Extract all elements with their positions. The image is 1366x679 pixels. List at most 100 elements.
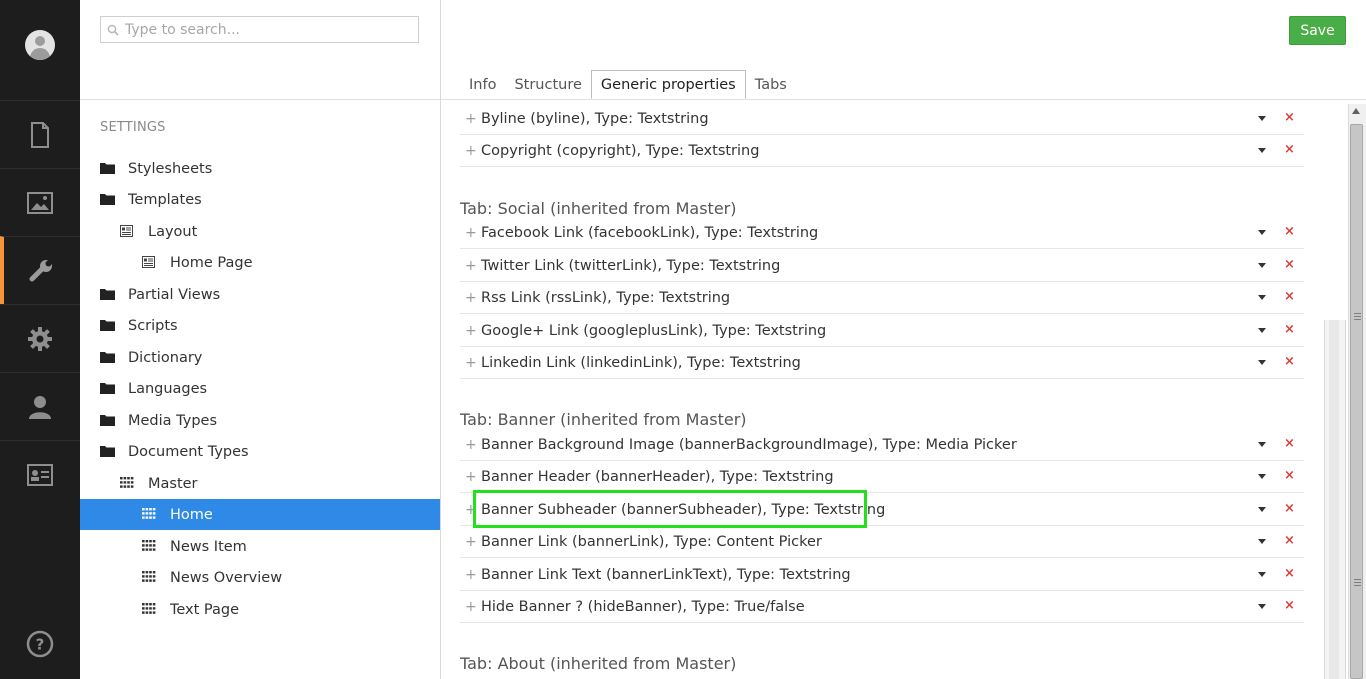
search-input[interactable] bbox=[119, 17, 417, 42]
caret-down-icon[interactable] bbox=[1258, 572, 1266, 577]
drag-handle-icon[interactable]: + bbox=[465, 469, 477, 485]
property-row[interactable]: + Copyright (copyright), Type: Textstring… bbox=[460, 135, 1304, 167]
tree-item-dictionary[interactable]: Dictionary bbox=[80, 342, 440, 373]
drag-handle-icon[interactable]: + bbox=[465, 599, 477, 615]
property-label: Banner Header (bannerHeader), Type: Text… bbox=[481, 468, 834, 485]
delete-property-icon[interactable]: × bbox=[1284, 468, 1295, 483]
drag-handle-icon[interactable]: + bbox=[465, 143, 477, 159]
caret-down-icon[interactable] bbox=[1258, 539, 1266, 544]
property-label: Twitter Link (twitterLink), Type: Textst… bbox=[481, 257, 781, 274]
delete-property-icon[interactable]: × bbox=[1284, 354, 1295, 369]
caret-down-icon[interactable] bbox=[1258, 116, 1266, 121]
property-label: Banner Background Image (bannerBackgroun… bbox=[481, 436, 1017, 453]
tree-divider bbox=[80, 99, 440, 100]
tree-item-label: Scripts bbox=[128, 317, 178, 334]
property-row[interactable]: + Byline (byline), Type: Textstring × bbox=[460, 103, 1304, 135]
tree-item-label: Dictionary bbox=[128, 349, 203, 366]
drag-handle-icon[interactable]: + bbox=[465, 111, 477, 127]
property-row[interactable]: + Facebook Link (facebookLink), Type: Tex… bbox=[460, 217, 1304, 249]
delete-property-icon[interactable]: × bbox=[1284, 322, 1295, 337]
scrollbar[interactable] bbox=[1324, 100, 1366, 679]
delete-property-icon[interactable]: × bbox=[1284, 501, 1295, 516]
media-section[interactable] bbox=[0, 168, 80, 236]
tree-item-templates[interactable]: Templates bbox=[80, 184, 440, 215]
property-row[interactable]: + Linkedin Link (linkedinLink), Type: Tex… bbox=[460, 347, 1304, 379]
delete-property-icon[interactable]: × bbox=[1284, 533, 1295, 548]
user-avatar[interactable] bbox=[25, 30, 55, 60]
developer-section[interactable] bbox=[0, 304, 80, 372]
tab-structure[interactable]: Structure bbox=[505, 70, 590, 99]
tree-item-label: News Overview bbox=[170, 569, 283, 586]
tree-item-layout[interactable]: Layout bbox=[80, 216, 440, 247]
inner-scrollbar[interactable] bbox=[1324, 320, 1346, 679]
delete-property-icon[interactable]: × bbox=[1284, 289, 1295, 304]
scroll-up-arrow[interactable] bbox=[1352, 108, 1360, 114]
help-button[interactable]: ? bbox=[26, 630, 54, 662]
delete-property-icon[interactable]: × bbox=[1284, 436, 1295, 451]
drag-handle-icon[interactable]: + bbox=[465, 502, 477, 518]
tree-item-news-overview[interactable]: News Overview bbox=[80, 562, 440, 593]
drag-handle-icon[interactable]: + bbox=[465, 567, 477, 583]
property-row[interactable]: + Banner Subheader (bannerSubheader), Typ… bbox=[460, 494, 1304, 526]
doctype-grid-icon bbox=[120, 476, 136, 491]
help-icon: ? bbox=[26, 630, 54, 658]
caret-down-icon[interactable] bbox=[1258, 360, 1266, 365]
caret-down-icon[interactable] bbox=[1258, 507, 1266, 512]
caret-down-icon[interactable] bbox=[1258, 442, 1266, 447]
property-row[interactable]: + Hide Banner ? (hideBanner), Type: True/… bbox=[460, 591, 1304, 623]
property-label: Hide Banner ? (hideBanner), Type: True/f… bbox=[481, 598, 805, 615]
members-section[interactable] bbox=[0, 440, 80, 508]
delete-property-icon[interactable]: × bbox=[1284, 110, 1295, 125]
drag-handle-icon[interactable]: + bbox=[465, 355, 477, 371]
tree-item-document-types[interactable]: Document Types bbox=[80, 436, 440, 467]
drag-handle-icon[interactable]: + bbox=[465, 437, 477, 453]
tree-item-scripts[interactable]: Scripts bbox=[80, 310, 440, 341]
caret-down-icon[interactable] bbox=[1258, 295, 1266, 300]
caret-down-icon[interactable] bbox=[1258, 604, 1266, 609]
delete-property-icon[interactable]: × bbox=[1284, 142, 1295, 157]
caret-down-icon[interactable] bbox=[1258, 230, 1266, 235]
drag-handle-icon[interactable]: + bbox=[465, 290, 477, 306]
save-button[interactable]: Save bbox=[1289, 16, 1346, 45]
tab-tabs[interactable]: Tabs bbox=[746, 70, 796, 99]
content-section[interactable] bbox=[0, 100, 80, 168]
drag-handle-icon[interactable]: + bbox=[465, 534, 477, 550]
caret-down-icon[interactable] bbox=[1258, 263, 1266, 268]
tree-item-text-page[interactable]: Text Page bbox=[80, 594, 440, 625]
users-section[interactable] bbox=[0, 372, 80, 440]
tree-item-media-types[interactable]: Media Types bbox=[80, 405, 440, 436]
property-row[interactable]: + Banner Link (bannerLink), Type: Content… bbox=[460, 526, 1304, 558]
delete-property-icon[interactable]: × bbox=[1284, 224, 1295, 239]
caret-down-icon[interactable] bbox=[1258, 148, 1266, 153]
drag-handle-icon[interactable]: + bbox=[465, 258, 477, 274]
property-row[interactable]: + Twitter Link (twitterLink), Type: Texts… bbox=[460, 250, 1304, 282]
caret-down-icon[interactable] bbox=[1258, 474, 1266, 479]
tree-section-title: SETTINGS bbox=[100, 120, 166, 135]
tree-item-stylesheets[interactable]: Stylesheets bbox=[80, 153, 440, 184]
tree-item-home-page[interactable]: Home Page bbox=[80, 247, 440, 278]
tree-item-languages[interactable]: Languages bbox=[80, 373, 440, 404]
tree-item-home[interactable]: Home bbox=[80, 499, 440, 530]
search-icon bbox=[107, 24, 119, 36]
caret-down-icon[interactable] bbox=[1258, 328, 1266, 333]
tab-info[interactable]: Info bbox=[460, 70, 505, 99]
doctype-grid-icon bbox=[142, 539, 158, 554]
tree-item-news-item[interactable]: News Item bbox=[80, 531, 440, 562]
delete-property-icon[interactable]: × bbox=[1284, 598, 1295, 613]
property-row[interactable]: + Banner Background Image (bannerBackgrou… bbox=[460, 429, 1304, 461]
drag-handle-icon[interactable]: + bbox=[465, 323, 477, 339]
tree-item-master[interactable]: Master bbox=[80, 468, 440, 499]
delete-property-icon[interactable]: × bbox=[1284, 566, 1295, 581]
property-row[interactable]: + Rss Link (rssLink), Type: Textstring × bbox=[460, 282, 1304, 314]
folder-icon bbox=[100, 382, 116, 396]
tab-generic-properties[interactable]: Generic properties bbox=[590, 70, 746, 99]
scroll-thumb[interactable] bbox=[1350, 124, 1363, 679]
property-row[interactable]: + Banner Link Text (bannerLinkText), Type… bbox=[460, 559, 1304, 591]
property-row[interactable]: + Google+ Link (googleplusLink), Type: Te… bbox=[460, 315, 1304, 347]
property-row[interactable]: + Banner Header (bannerHeader), Type: Tex… bbox=[460, 461, 1304, 493]
tree-item-partial-views[interactable]: Partial Views bbox=[80, 279, 440, 310]
delete-property-icon[interactable]: × bbox=[1284, 257, 1295, 272]
settings-section[interactable] bbox=[0, 236, 80, 304]
drag-handle-icon[interactable]: + bbox=[465, 225, 477, 241]
template-icon bbox=[120, 224, 136, 239]
